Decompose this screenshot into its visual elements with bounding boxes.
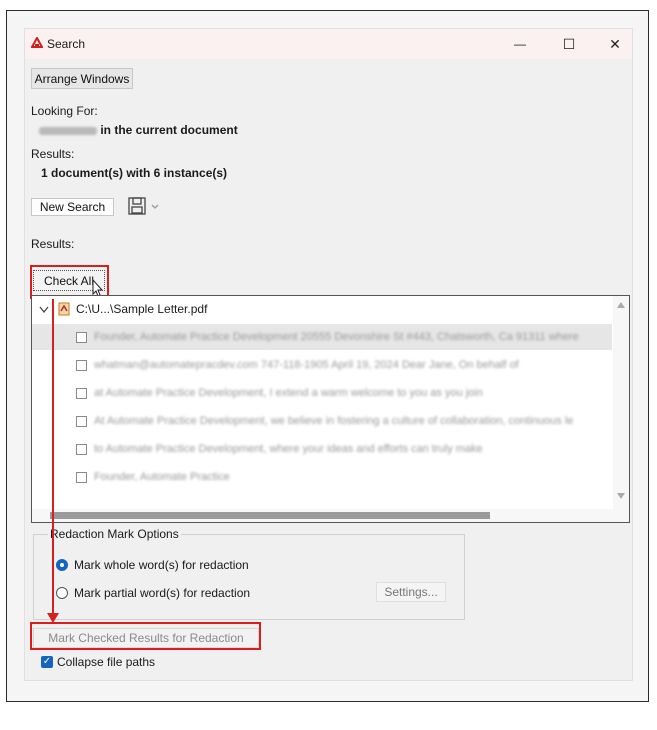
results-label: Results: — [31, 147, 75, 161]
row-checkbox[interactable] — [76, 360, 87, 371]
settings-button[interactable]: Settings... — [376, 582, 446, 602]
tree-row-2[interactable]: whatman@automatepracdev.com 747-118-1905… — [32, 352, 612, 378]
row-checkbox[interactable] — [76, 388, 87, 399]
tree-row-text: At Automate Practice Development, we bel… — [94, 415, 574, 427]
maximize-button[interactable]: ☐ — [554, 33, 584, 55]
partial-words-label[interactable]: Mark partial word(s) for redaction — [74, 586, 250, 600]
search-term-line: in the current document — [39, 123, 238, 137]
results-section-label: Results: — [31, 237, 75, 251]
tree-row-text: at Automate Practice Development, I exte… — [94, 387, 483, 399]
collapse-paths-checkbox[interactable]: ✓ — [41, 656, 53, 668]
row-checkbox[interactable] — [76, 416, 87, 427]
redaction-options-group: Redaction Mark Options Mark whole word(s… — [33, 527, 465, 620]
vertical-scrollbar[interactable] — [613, 296, 629, 522]
pdf-file-icon — [58, 302, 70, 316]
partial-words-radio[interactable] — [56, 587, 68, 599]
tree-row-5[interactable]: to Automate Practice Development, where … — [32, 436, 612, 462]
annotation-arrow-line — [52, 299, 54, 615]
tree-row-text: Founder, Automate Practice Development 2… — [94, 331, 579, 343]
new-search-button[interactable]: New Search — [31, 198, 114, 216]
tree-row-1[interactable]: Founder, Automate Practice Development 2… — [32, 324, 612, 350]
tree-row-3[interactable]: at Automate Practice Development, I exte… — [32, 380, 612, 406]
save-results-button[interactable] — [127, 196, 159, 218]
maximize-icon: ☐ — [562, 35, 576, 52]
looking-for-label: Looking For: — [31, 104, 98, 118]
close-icon: ✕ — [609, 35, 621, 52]
row-checkbox[interactable] — [76, 332, 87, 343]
chevron-down-icon — [151, 204, 159, 209]
chevron-down-icon — [39, 306, 49, 314]
tree-row-text: whatman@automatepracdev.com 747-118-1905… — [94, 359, 519, 371]
tree-row-4[interactable]: At Automate Practice Development, we bel… — [32, 408, 612, 434]
minimize-icon: — — [514, 37, 526, 51]
close-button[interactable]: ✕ — [600, 33, 630, 55]
search-scope-text: in the current document — [100, 123, 238, 137]
tree-row-text: Founder, Automate Practice — [94, 471, 230, 483]
row-checkbox[interactable] — [76, 472, 87, 483]
horizontal-scrollbar[interactable] — [32, 509, 615, 522]
tree-row-text: to Automate Practice Development, where … — [94, 443, 483, 455]
annotation-arrow-head-icon — [47, 613, 59, 623]
search-term-redacted — [39, 126, 97, 135]
results-count: 1 document(s) with 6 instance(s) — [41, 166, 228, 180]
collapse-paths-label[interactable]: Collapse file paths — [57, 655, 155, 669]
tree-file-label[interactable]: C:\U...\Sample Letter.pdf — [76, 302, 207, 316]
annotation-box-mark-checked — [30, 622, 261, 650]
results-tree[interactable]: C:\U...\Sample Letter.pdf Founder, Autom… — [31, 295, 630, 523]
row-checkbox[interactable] — [76, 444, 87, 455]
window-title: Search — [47, 37, 86, 51]
scroll-down-icon — [617, 493, 625, 499]
whole-words-label[interactable]: Mark whole word(s) for redaction — [74, 558, 249, 572]
tree-row-6[interactable]: Founder, Automate Practice — [32, 464, 612, 490]
annotation-box-check-all — [30, 265, 109, 299]
whole-words-radio[interactable] — [56, 559, 68, 571]
redaction-options-label: Redaction Mark Options — [48, 527, 181, 541]
acrobat-icon — [31, 37, 43, 48]
minimize-button[interactable]: — — [505, 33, 535, 55]
title-bar: Search — ☐ ✕ — [25, 29, 632, 59]
scroll-up-icon — [617, 302, 625, 308]
search-dialog: Search — ☐ ✕ Arrange Windows Looking For… — [24, 28, 633, 681]
arrange-windows-button[interactable]: Arrange Windows — [31, 68, 133, 89]
horizontal-scroll-thumb[interactable] — [50, 512, 490, 519]
save-icon — [128, 197, 146, 215]
